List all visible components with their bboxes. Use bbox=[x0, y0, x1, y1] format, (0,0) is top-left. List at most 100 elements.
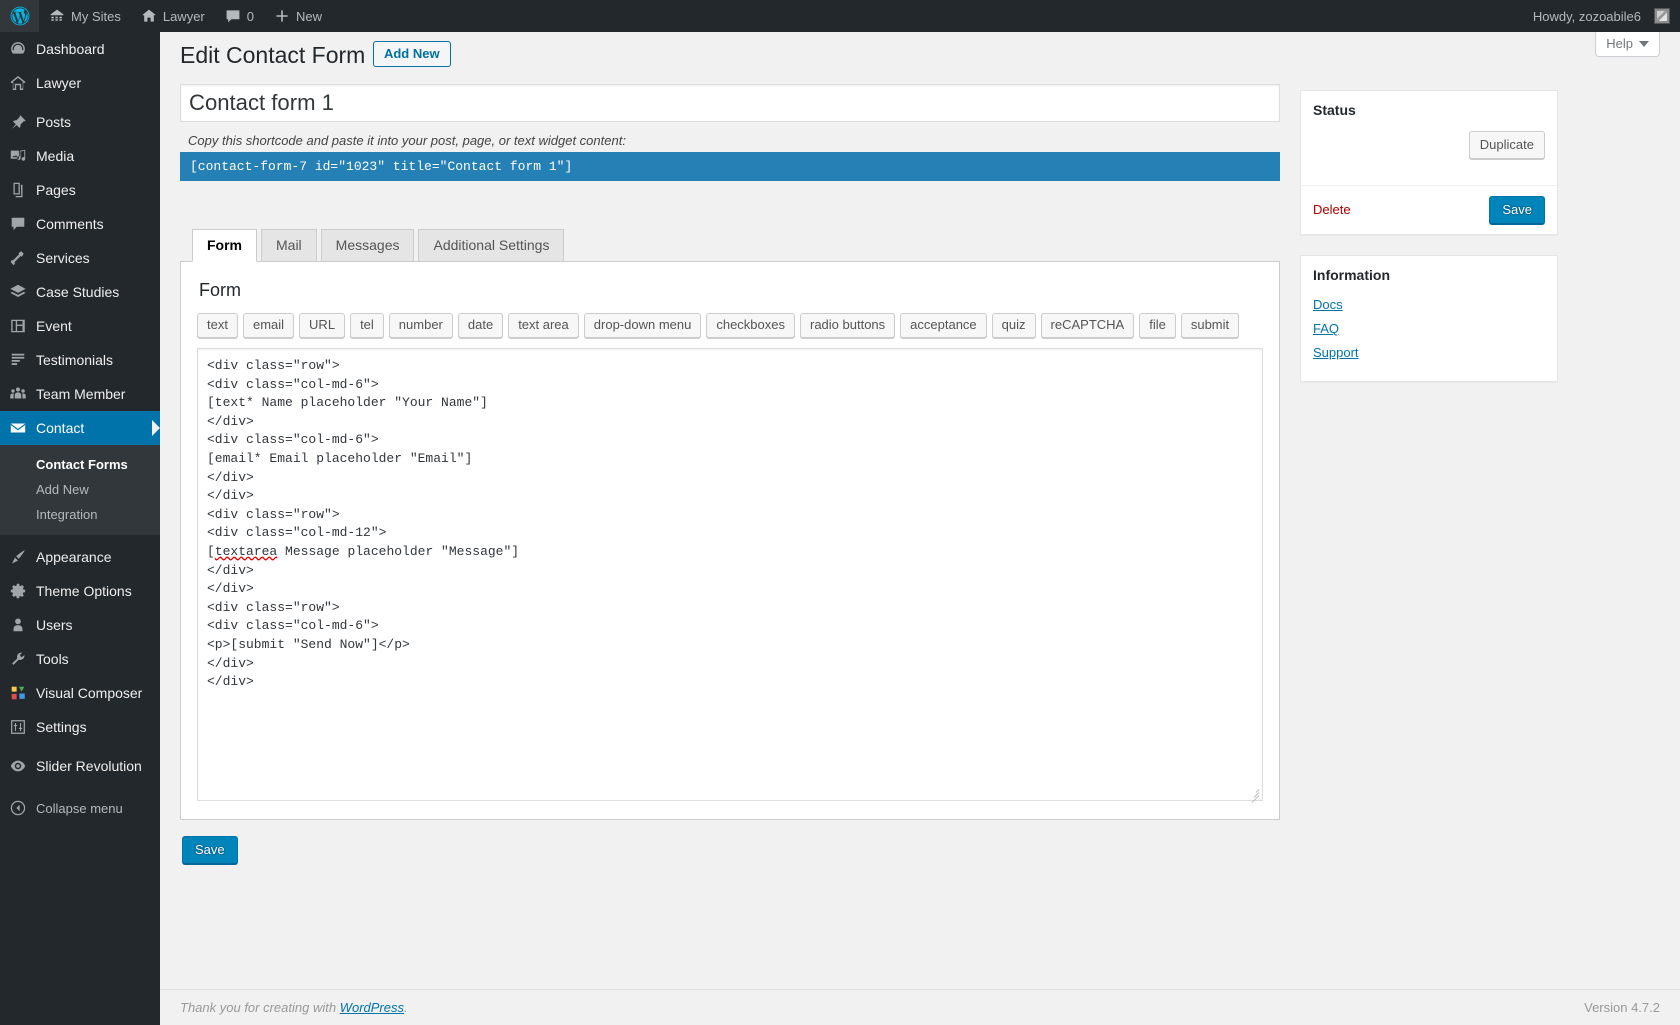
tag-button-tel[interactable]: tel bbox=[350, 313, 384, 338]
sidebar-item-case-studies[interactable]: Case Studies bbox=[0, 275, 160, 309]
information-link-faq[interactable]: FAQ bbox=[1313, 321, 1545, 336]
collapse-menu-button[interactable]: Collapse menu bbox=[0, 791, 160, 825]
form-body-line: <div class="row"> bbox=[207, 506, 340, 522]
sidebar-item-contact-forms[interactable]: Contact Forms bbox=[0, 452, 160, 477]
sidebar-item-appearance[interactable]: Appearance bbox=[0, 540, 160, 574]
tag-button-text-area[interactable]: text area bbox=[508, 313, 579, 338]
gear-icon bbox=[0, 582, 36, 600]
tag-button-radio-buttons[interactable]: radio buttons bbox=[800, 313, 896, 338]
delete-link[interactable]: Delete bbox=[1313, 202, 1351, 217]
comment-bubble-icon bbox=[0, 215, 36, 233]
tab-mail-label[interactable]: Mail bbox=[261, 229, 317, 262]
form-body-line: <div class="col-md-6"> bbox=[207, 618, 379, 634]
form-body-line: [textarea Message placeholder "Message"] bbox=[207, 543, 520, 559]
dashboard-icon bbox=[0, 40, 36, 58]
sidebar-label: Contact bbox=[36, 420, 85, 436]
form-body-line: [email* Email placeholder "Email"] bbox=[207, 450, 473, 466]
new-content-menu[interactable]: New bbox=[264, 0, 332, 32]
site-name-menu[interactable]: Lawyer bbox=[131, 0, 215, 32]
information-box-title: Information bbox=[1313, 266, 1390, 283]
tab-form-label[interactable]: Form bbox=[192, 229, 257, 262]
sidebar-item-slider-revolution[interactable]: Slider Revolution bbox=[0, 749, 160, 783]
tab-form[interactable]: Form bbox=[192, 229, 257, 262]
duplicate-button[interactable]: Duplicate bbox=[1468, 130, 1545, 159]
sidebar-label: Media bbox=[36, 148, 75, 164]
tag-button-submit[interactable]: submit bbox=[1180, 313, 1240, 338]
save-button-sidebar[interactable]: Save bbox=[1489, 195, 1545, 224]
tag-button-item: URL bbox=[299, 313, 346, 338]
sidebar-item-users[interactable]: Users bbox=[0, 608, 160, 642]
sidebar-item-settings[interactable]: Settings bbox=[0, 710, 160, 744]
hammer-icon bbox=[0, 249, 36, 267]
quote-icon bbox=[0, 351, 36, 369]
sidebar-item-event[interactable]: Event bbox=[0, 309, 160, 343]
sidebar-item-comments[interactable]: Comments bbox=[0, 207, 160, 241]
add-new-button[interactable]: Add New bbox=[372, 41, 451, 67]
editor-tabs: Form Mail Messages Additional Settings bbox=[192, 229, 1280, 262]
sidebar-item-media[interactable]: Media bbox=[0, 139, 160, 173]
sidebar-label: Services bbox=[36, 250, 90, 266]
sidebar-item-theme-options[interactable]: Theme Options bbox=[0, 574, 160, 608]
sidebar-item-team-member[interactable]: Team Member bbox=[0, 377, 160, 411]
tag-button-file[interactable]: file bbox=[1139, 313, 1176, 338]
save-button-bottom[interactable]: Save bbox=[182, 836, 238, 864]
editor-layout: Copy this shortcode and paste it into yo… bbox=[180, 84, 1660, 864]
sidebar-item-visual-composer[interactable]: Visual Composer bbox=[0, 676, 160, 710]
status-box-actions: Duplicate bbox=[1313, 130, 1545, 173]
form-title-input[interactable] bbox=[180, 84, 1280, 122]
tag-button-text[interactable]: text bbox=[197, 313, 238, 338]
tag-button-drop-down-menu[interactable]: drop-down menu bbox=[583, 313, 702, 338]
wordpress-version: Version 4.7.2 bbox=[1584, 1000, 1660, 1015]
tab-additional-settings-label[interactable]: Additional Settings bbox=[418, 229, 565, 262]
collapse-arrow-icon bbox=[0, 799, 36, 817]
form-body-textarea[interactable]: <div class="row"> <div class="col-md-6"> [… bbox=[197, 348, 1263, 801]
tag-button-number[interactable]: number bbox=[388, 313, 453, 338]
tag-button-email[interactable]: email bbox=[242, 313, 295, 338]
tag-button-checkboxes[interactable]: checkboxes bbox=[706, 313, 795, 338]
help-tab-button[interactable]: Help bbox=[1595, 32, 1660, 57]
form-body-line: </div> bbox=[207, 488, 254, 504]
tag-button-recaptcha[interactable]: reCAPTCHA bbox=[1040, 313, 1135, 338]
form-body-line: <div class="col-md-12"> bbox=[207, 525, 387, 541]
slider-revolution-icon bbox=[0, 757, 36, 775]
information-link-support[interactable]: Support bbox=[1313, 345, 1545, 360]
sidebar-item-dashboard[interactable]: Dashboard bbox=[0, 32, 160, 66]
pushpin-icon bbox=[0, 113, 36, 131]
form-body-line: [text* Name placeholder "Your Name"] bbox=[207, 395, 488, 411]
comments-bubble[interactable]: 0 bbox=[215, 0, 264, 32]
sidebar-item-pages[interactable]: Pages bbox=[0, 173, 160, 207]
admin-footer: Thank you for creating with WordPress. V… bbox=[160, 989, 1680, 1025]
wordpress-link[interactable]: WordPress bbox=[340, 1000, 404, 1015]
tab-additional-settings[interactable]: Additional Settings bbox=[418, 229, 565, 262]
tag-button-quiz[interactable]: quiz bbox=[991, 313, 1036, 338]
sidebar-item-contact[interactable]: Contact bbox=[0, 411, 160, 445]
sidebar-label: Comments bbox=[36, 216, 104, 232]
my-sites-menu[interactable]: My Sites bbox=[39, 0, 131, 32]
tab-mail[interactable]: Mail bbox=[261, 229, 317, 262]
my-account-menu[interactable]: Howdy, zozoabile6 bbox=[1523, 0, 1680, 32]
tab-messages-label[interactable]: Messages bbox=[320, 229, 415, 262]
tag-button-acceptance[interactable]: acceptance bbox=[900, 313, 987, 338]
form-body-line: </div> bbox=[207, 469, 254, 485]
information-link-docs[interactable]: Docs bbox=[1313, 297, 1545, 312]
tag-button-url[interactable]: URL bbox=[299, 313, 346, 338]
sidebar-item-tools[interactable]: Tools bbox=[0, 642, 160, 676]
shortcode-input[interactable] bbox=[180, 152, 1280, 181]
sidebar-label: Pages bbox=[36, 182, 76, 198]
sidebar-item-add-new[interactable]: Add New bbox=[0, 477, 160, 502]
my-sites-label: My Sites bbox=[71, 8, 121, 24]
sidebar-item-integration[interactable]: Integration bbox=[0, 502, 160, 527]
tag-button-item: acceptance bbox=[900, 313, 987, 338]
tag-button-item: file bbox=[1139, 313, 1176, 338]
tag-button-date[interactable]: date bbox=[457, 313, 504, 338]
sidebar-item-testimonials[interactable]: Testimonials bbox=[0, 343, 160, 377]
tab-messages[interactable]: Messages bbox=[320, 229, 415, 262]
paintbrush-icon bbox=[0, 548, 36, 566]
form-body-line: </div> bbox=[207, 562, 254, 578]
wordpress-logo-button[interactable] bbox=[0, 0, 39, 32]
sidebar-item-posts[interactable]: Posts bbox=[0, 105, 160, 139]
sidebar-item-services[interactable]: Services bbox=[0, 241, 160, 275]
wrench-icon bbox=[0, 650, 36, 668]
body-content: Help Edit Contact Form Add New Copy this… bbox=[160, 32, 1680, 1025]
sidebar-item-lawyer[interactable]: Lawyer bbox=[0, 66, 160, 100]
